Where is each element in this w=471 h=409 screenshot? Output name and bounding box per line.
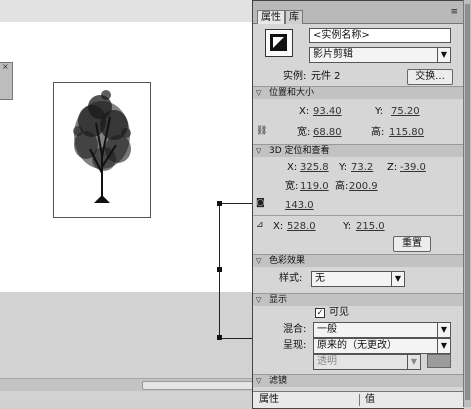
collapse-triangle-icon: ▽ <box>256 147 262 155</box>
transform-handle[interactable] <box>217 201 222 206</box>
instance-name-input[interactable]: <实例名称> <box>309 28 451 43</box>
column-value: 值 <box>365 394 375 405</box>
style-value: 无 <box>315 273 325 284</box>
vanishing-x-label: X: <box>273 221 284 232</box>
reset-button[interactable]: 重置 <box>393 236 431 252</box>
collapsed-panel[interactable]: × <box>0 62 13 100</box>
3d-height-label: 高: <box>335 181 349 192</box>
3d-x-value[interactable]: 325.8 <box>300 162 329 174</box>
section-filters[interactable]: ▽ 滤镜 <box>253 374 464 387</box>
3d-width-value[interactable]: 119.0 <box>300 181 329 193</box>
height-label: 高: <box>371 127 385 138</box>
symbol-type-value: 影片剪辑 <box>313 49 353 60</box>
blend-select[interactable]: 一般 ▼ <box>313 322 451 338</box>
perspective-angle-value[interactable]: 143.0 <box>285 200 314 212</box>
panel-menu-icon[interactable]: ≡ <box>450 7 458 17</box>
scrollbar-thumb[interactable] <box>142 381 256 390</box>
3d-y-label: Y: <box>339 162 348 173</box>
filter-table-header: 属性 值 <box>253 391 464 408</box>
transform-handle[interactable] <box>217 267 222 272</box>
3d-z-label: Z: <box>387 162 398 173</box>
column-separator <box>359 394 360 406</box>
section-display[interactable]: ▽ 显示 <box>253 293 464 306</box>
camera-icon: ◙ <box>256 198 265 208</box>
chevron-down-icon: ▼ <box>407 355 420 369</box>
vanishing-x-value[interactable]: 528.0 <box>287 221 316 233</box>
blend-label: 混合: <box>283 324 307 335</box>
collapse-triangle-icon: ▽ <box>256 296 262 304</box>
collapse-triangle-icon: ▽ <box>256 89 262 97</box>
tree-graphic <box>73 90 131 203</box>
column-property: 属性 <box>259 394 279 405</box>
width-value[interactable]: 68.80 <box>313 127 342 139</box>
background-color-swatch[interactable] <box>427 354 451 368</box>
divider <box>253 215 464 216</box>
swap-button[interactable]: 交换... <box>407 69 453 85</box>
section-title: 色彩效果 <box>269 256 306 266</box>
section-title: 位置和大小 <box>269 88 315 98</box>
instance-of-value: 元件 2 <box>311 71 341 82</box>
vanishing-point-icon: ⊿ <box>256 220 264 230</box>
visible-checkbox[interactable]: ✓ <box>315 308 325 318</box>
horizontal-scrollbar[interactable] <box>0 378 258 391</box>
width-label: 宽: <box>297 127 311 138</box>
instance-label: 实例: <box>283 71 307 82</box>
section-color-effect[interactable]: ▽ 色彩效果 <box>253 254 464 267</box>
transparent-select[interactable]: 透明 ▼ <box>313 354 421 370</box>
3d-z-value[interactable]: -39.0 <box>400 162 426 174</box>
3d-width-label: 宽: <box>285 181 299 192</box>
vanishing-y-label: Y: <box>343 221 352 232</box>
stage-area[interactable]: × <box>0 0 260 407</box>
3d-x-label: X: <box>287 162 298 173</box>
symbol-type-select[interactable]: 影片剪辑 ▼ <box>309 47 451 63</box>
3d-y-value[interactable]: 73.2 <box>351 162 373 174</box>
y-value[interactable]: 75.20 <box>391 106 420 118</box>
style-label: 样式: <box>279 273 303 284</box>
render-label: 呈现: <box>283 340 307 351</box>
section-3d-position[interactable]: ▽ 3D 定位和查看 <box>253 144 464 157</box>
collapse-triangle-icon: ▽ <box>256 257 262 265</box>
render-value: 原来的（无更改） <box>317 340 397 351</box>
render-select[interactable]: 原来的（无更改） ▼ <box>313 338 451 354</box>
property-inspector: 属性 库 ≡ <实例名称> 影片剪辑 ▼ 实例: 元件 2 交换... ▽ 位置… <box>252 0 464 409</box>
tab-properties[interactable]: 属性 <box>257 10 285 24</box>
link-icon[interactable]: ⛓ <box>256 126 267 136</box>
close-icon[interactable]: × <box>2 62 9 71</box>
style-select[interactable]: 无 ▼ <box>311 271 405 287</box>
tree-image[interactable] <box>53 82 151 218</box>
chevron-down-icon: ▼ <box>437 339 450 353</box>
chevron-down-icon: ▼ <box>437 48 450 62</box>
panel-tabs: 属性 库 ≡ <box>253 1 464 24</box>
transparent-value: 透明 <box>317 356 337 367</box>
x-label: X: <box>299 106 310 117</box>
transform-handle[interactable] <box>217 335 222 340</box>
section-title: 滤镜 <box>269 376 288 386</box>
section-title: 显示 <box>269 295 288 305</box>
3d-height-value[interactable]: 200.9 <box>349 181 378 193</box>
blend-value: 一般 <box>317 324 337 335</box>
visible-label: 可见 <box>329 307 349 318</box>
collapse-triangle-icon: ▽ <box>256 377 262 385</box>
scrollbar-thumb[interactable] <box>465 4 470 400</box>
chevron-down-icon: ▼ <box>437 323 450 337</box>
tab-library[interactable]: 库 <box>285 10 303 24</box>
chevron-down-icon: ▼ <box>391 272 404 286</box>
x-value[interactable]: 93.40 <box>313 106 342 118</box>
movieclip-symbol-icon <box>265 29 293 57</box>
stage-top-strip <box>0 0 258 23</box>
section-position-size[interactable]: ▽ 位置和大小 <box>253 86 464 99</box>
vertical-scrollbar[interactable] <box>463 0 471 407</box>
height-value[interactable]: 115.80 <box>389 127 424 139</box>
y-label: Y: <box>375 106 384 117</box>
section-title: 3D 定位和查看 <box>269 146 330 156</box>
vanishing-y-value[interactable]: 215.0 <box>356 221 385 233</box>
